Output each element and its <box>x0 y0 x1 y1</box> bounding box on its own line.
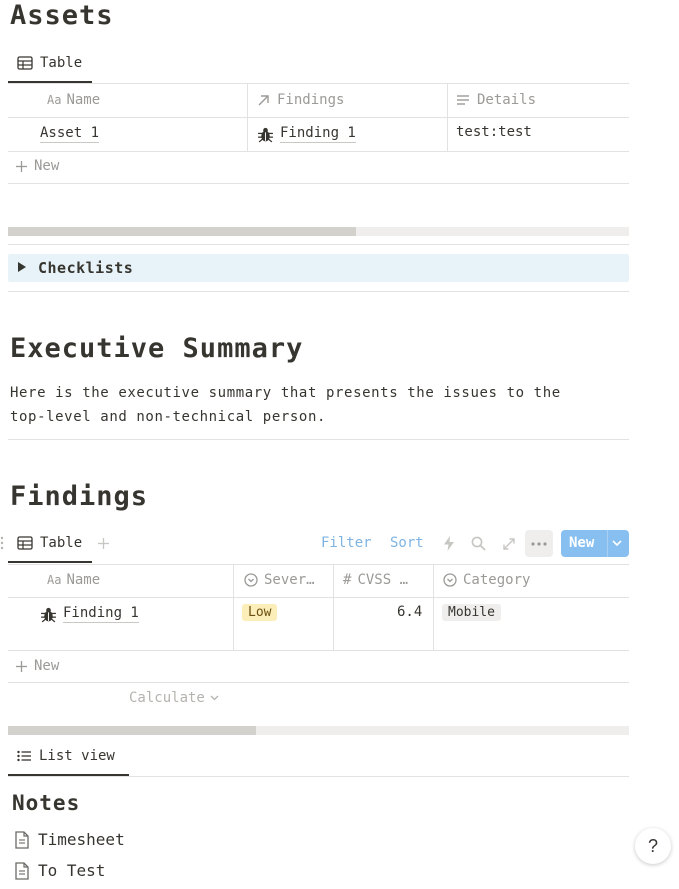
bug-icon <box>257 126 274 143</box>
sort-button[interactable]: Sort <box>390 535 424 551</box>
plus-icon <box>15 160 28 173</box>
divider <box>8 83 629 84</box>
filter-button[interactable]: Filter <box>321 535 372 551</box>
column-divider <box>233 565 234 651</box>
cvss-cell[interactable]: 6.4 <box>397 604 422 620</box>
finding-name-cell[interactable]: Finding 1 <box>40 605 139 623</box>
list-view-tab[interactable]: List view <box>17 748 115 764</box>
select-type-icon <box>244 573 258 587</box>
chevron-down-icon <box>210 695 219 701</box>
list-icon <box>17 750 32 762</box>
findings-new-row-button[interactable]: New <box>15 658 59 674</box>
add-view-icon[interactable] <box>97 537 110 550</box>
executive-summary-heading: Executive Summary <box>10 333 304 364</box>
ellipsis-icon <box>531 542 547 546</box>
assets-heading: Assets <box>10 0 114 31</box>
divider <box>8 776 629 777</box>
drag-handle-icon[interactable] <box>0 536 4 550</box>
calculate-button[interactable]: Calculate <box>129 690 219 706</box>
column-header-name[interactable]: Aa Name <box>47 92 100 108</box>
asset-details-cell[interactable]: test:test <box>456 124 532 140</box>
findings-heading: Findings <box>10 481 149 512</box>
column-header-name[interactable]: Aa Name <box>47 572 100 588</box>
asset-name-cell[interactable]: Asset 1 <box>40 125 100 143</box>
new-button-divider <box>607 530 608 557</box>
checklists-toggle[interactable]: Checklists <box>8 254 629 282</box>
divider <box>8 682 629 683</box>
divider <box>8 291 629 292</box>
divider <box>8 244 629 245</box>
column-header-details[interactable]: Details <box>456 92 536 108</box>
findings-table-tab[interactable]: Table <box>17 535 82 551</box>
divider <box>8 183 629 184</box>
column-header-category[interactable]: Category <box>443 572 530 588</box>
search-icon[interactable] <box>471 536 486 551</box>
table-icon <box>17 56 33 70</box>
severity-tag[interactable]: Low <box>242 604 278 621</box>
column-divider <box>247 84 248 152</box>
column-header-findings[interactable]: Findings <box>257 92 344 108</box>
relation-arrow-icon <box>257 94 270 107</box>
list-item[interactable]: To Test <box>14 861 105 880</box>
select-type-icon <box>443 573 457 587</box>
column-header-severity[interactable]: Sever… <box>244 572 315 588</box>
notes-heading: Notes <box>12 791 81 815</box>
column-header-cvss[interactable]: # CVSS … <box>343 572 408 588</box>
lightning-icon[interactable] <box>444 536 454 551</box>
tab-label: Table <box>40 535 83 551</box>
help-button[interactable]: ? <box>635 828 671 864</box>
column-divider <box>433 565 434 651</box>
page-icon <box>14 830 30 849</box>
page-icon <box>14 861 30 880</box>
assets-table-tab[interactable]: Table <box>17 55 82 71</box>
asset-finding-cell[interactable]: Finding 1 <box>257 125 356 143</box>
plus-icon <box>15 660 28 673</box>
new-button[interactable]: New <box>561 530 629 557</box>
triangle-right-icon[interactable] <box>17 262 26 272</box>
text-type-icon: Aa <box>47 93 62 107</box>
assets-horizontal-scrollbar[interactable] <box>8 227 629 236</box>
text-type-icon: Aa <box>47 573 62 587</box>
divider <box>8 650 629 651</box>
column-divider <box>333 565 334 651</box>
divider <box>8 597 629 598</box>
tab-underline <box>8 561 92 563</box>
category-tag[interactable]: Mobile <box>442 604 501 621</box>
column-divider <box>447 84 448 152</box>
divider <box>8 117 629 118</box>
checklists-label: Checklists <box>38 259 134 277</box>
tab-label: List view <box>39 748 115 764</box>
divider <box>8 151 629 152</box>
chevron-down-icon[interactable] <box>612 540 622 547</box>
executive-summary-text: Here is the executive summary that prese… <box>10 385 561 425</box>
scrollbar-thumb[interactable] <box>8 227 356 236</box>
divider <box>8 564 629 565</box>
expand-icon[interactable] <box>502 537 516 551</box>
scrollbar-thumb[interactable] <box>8 726 256 735</box>
assets-new-row-button[interactable]: New <box>15 158 59 174</box>
tab-label: Table <box>40 55 83 71</box>
table-icon <box>17 536 33 550</box>
findings-horizontal-scrollbar[interactable] <box>8 726 629 735</box>
text-lines-icon <box>456 94 470 106</box>
list-item[interactable]: Timesheet <box>14 830 125 849</box>
bug-icon <box>40 606 57 623</box>
more-options-button[interactable] <box>525 530 553 557</box>
number-type-icon: # <box>343 572 352 588</box>
divider <box>8 439 629 440</box>
